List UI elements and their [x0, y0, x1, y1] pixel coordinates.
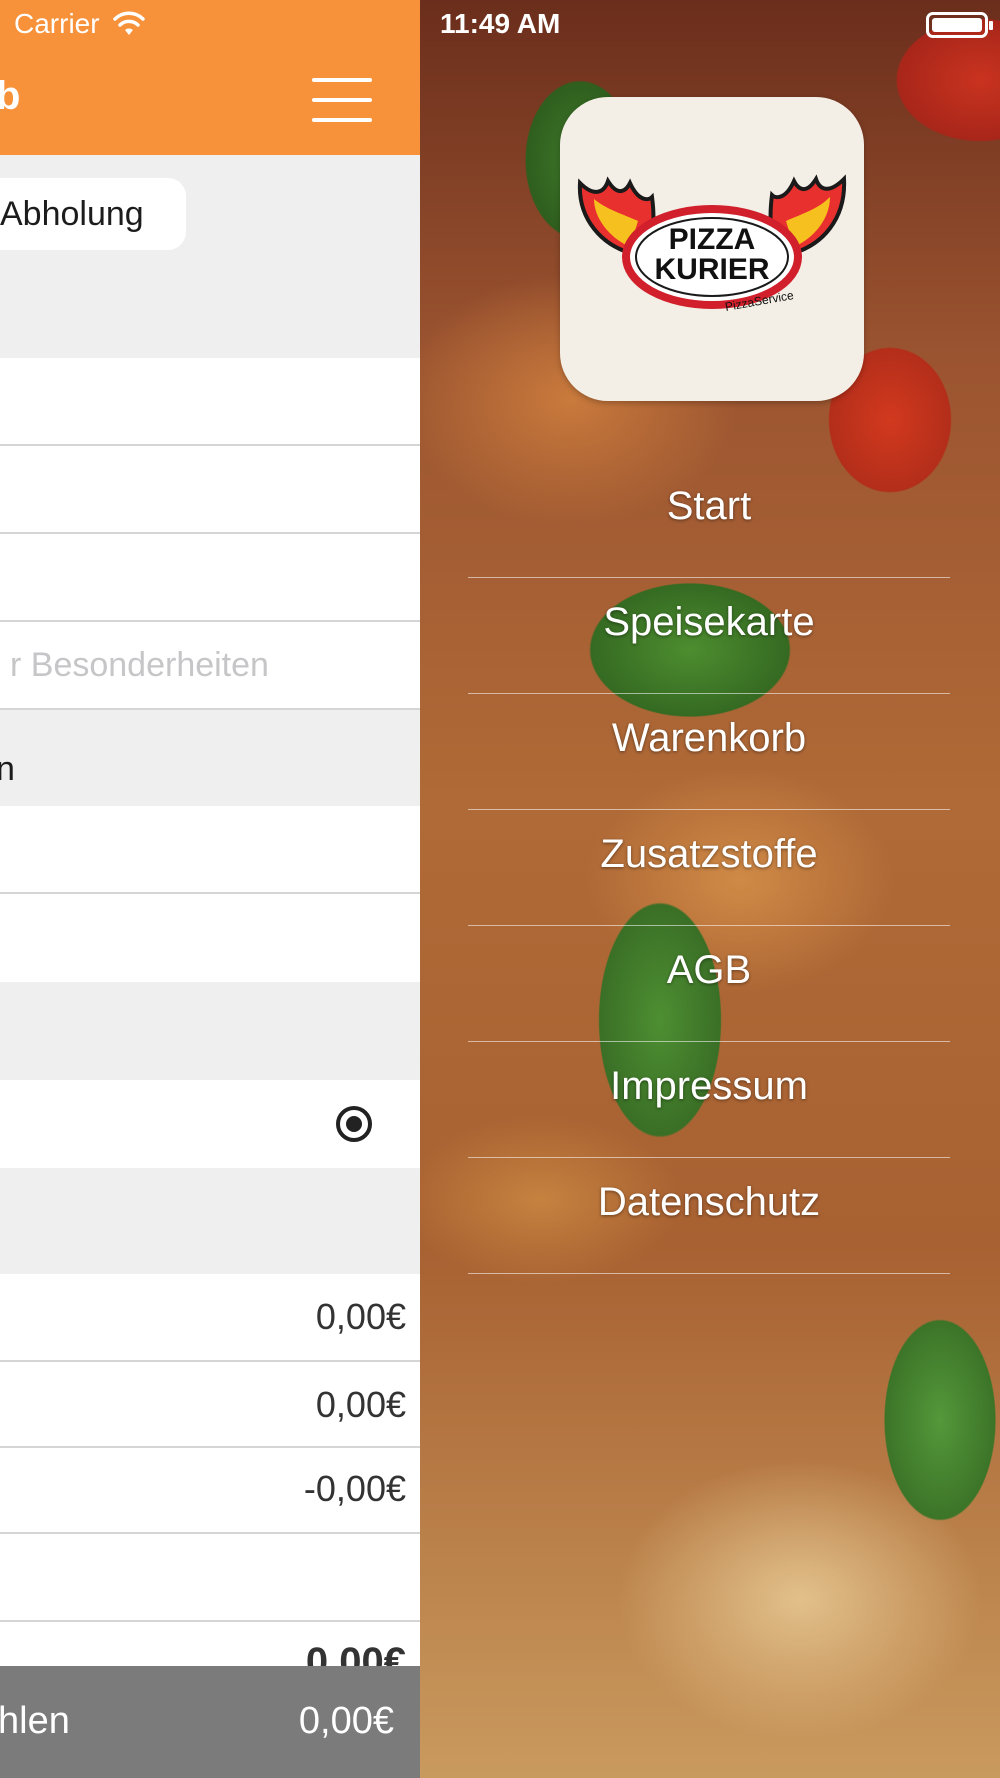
section-label: n [0, 750, 15, 788]
menu-list: Start Speisekarte Warenkorb Zusatzstoffe… [468, 462, 950, 1274]
menu-item-start[interactable]: Start [468, 462, 950, 578]
menu-item-agb[interactable]: AGB [468, 926, 950, 1042]
menu-item-warenkorb[interactable]: Warenkorb [468, 694, 950, 810]
cart-screen: Carrier b Abholung r Besonderheiten n 0,… [0, 0, 420, 1778]
menu-hamburger-icon[interactable] [312, 78, 372, 122]
status-time: 11:49 AM [440, 8, 561, 39]
logo-text-line1: PIZZA [669, 223, 756, 256]
form-field-1[interactable] [0, 358, 420, 446]
menu-item-zusatzstoffe[interactable]: Zusatzstoffe [468, 810, 950, 926]
status-carrier: Carrier [14, 8, 146, 40]
price-value: 0,00€ [315, 1384, 406, 1425]
notes-placeholder: r Besonderheiten [10, 646, 269, 684]
price-value: 0,00€ [315, 1296, 406, 1337]
checkout-amount: 0,00€ [298, 1700, 394, 1742]
logo-text-line2: KURIER [654, 253, 769, 286]
pickup-option-button[interactable]: Abholung [0, 178, 186, 250]
menu-item-speisekarte[interactable]: Speisekarte [468, 578, 950, 694]
price-row-blank [0, 1534, 420, 1622]
page-title: b [0, 74, 21, 118]
pizza-kurier-logo-icon: PIZZA KURIER PizzaService [577, 174, 847, 314]
option-row-1[interactable] [0, 806, 420, 894]
price-value: -0,00€ [303, 1468, 406, 1509]
form-field-3[interactable] [0, 534, 420, 622]
menu-item-impressum[interactable]: Impressum [468, 1042, 950, 1158]
menu-item-datenschutz[interactable]: Datenschutz [468, 1158, 950, 1274]
checkout-bar[interactable]: hlen 0,00€ [0, 1666, 420, 1778]
nav-bar: Carrier b [0, 0, 420, 155]
payment-option-row[interactable] [0, 1080, 420, 1168]
wifi-icon [112, 11, 145, 35]
battery-icon [926, 12, 993, 38]
side-menu: 11:49 AM PIZZA KURIER PizzaService Start… [420, 0, 1000, 1778]
checkout-label: hlen [0, 1700, 70, 1742]
price-row-delivery: 0,00€ [0, 1362, 420, 1448]
carrier-label: Carrier [14, 8, 100, 39]
app-logo: PIZZA KURIER PizzaService [560, 97, 864, 401]
price-row-discount: -0,00€ [0, 1448, 420, 1534]
form-field-2[interactable] [0, 446, 420, 534]
radio-selected-icon[interactable] [336, 1106, 372, 1142]
notes-field[interactable]: r Besonderheiten [0, 622, 420, 710]
option-row-2[interactable] [0, 894, 420, 982]
price-row-subtotal: 0,00€ [0, 1274, 420, 1362]
